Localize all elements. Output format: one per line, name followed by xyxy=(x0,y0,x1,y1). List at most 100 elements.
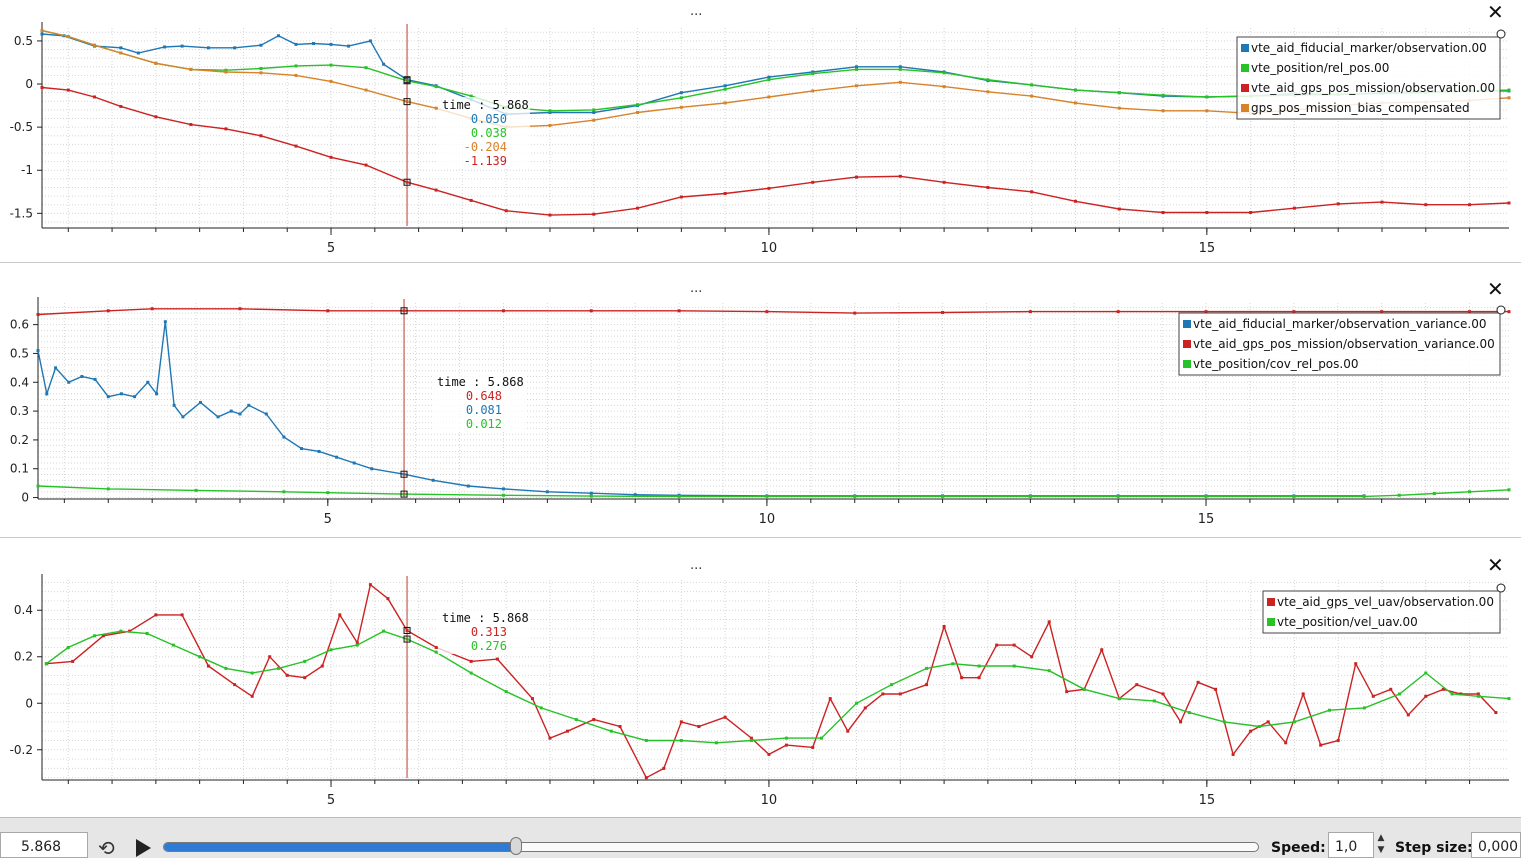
data-point xyxy=(495,657,499,661)
x-tick-label: 15 xyxy=(1199,241,1216,256)
data-point xyxy=(765,310,769,314)
data-point xyxy=(303,659,307,663)
tracker-value: 0.012 xyxy=(466,417,502,431)
data-point xyxy=(1030,94,1034,98)
legend-entry: vte_position/vel_uav.00 xyxy=(1277,615,1418,629)
data-point xyxy=(1507,201,1511,205)
data-point xyxy=(942,85,946,89)
data-point xyxy=(1406,713,1410,717)
data-point xyxy=(504,690,508,694)
data-point xyxy=(548,736,552,740)
data-point xyxy=(1507,310,1511,314)
data-point xyxy=(1371,694,1375,698)
data-point xyxy=(93,377,97,381)
data-point xyxy=(784,743,788,747)
data-point xyxy=(1073,199,1077,203)
data-point xyxy=(66,88,70,92)
data-point xyxy=(723,84,727,88)
data-point xyxy=(224,666,228,670)
data-point xyxy=(679,105,683,109)
data-point xyxy=(347,44,351,48)
current-time-field[interactable]: 5.868 xyxy=(0,832,88,858)
data-point xyxy=(855,175,859,179)
data-point xyxy=(216,415,220,419)
data-point xyxy=(592,108,596,112)
tracker-value: 0.313 xyxy=(471,625,507,639)
play-icon[interactable] xyxy=(136,839,151,857)
data-point xyxy=(1012,664,1016,668)
legend-swatch xyxy=(1267,598,1275,606)
data-point xyxy=(1152,699,1156,703)
x-tick-label: 5 xyxy=(327,793,335,808)
data-point xyxy=(1468,203,1472,207)
data-point xyxy=(1161,210,1165,214)
spin-arrows-icon[interactable]: ▲ ▼ xyxy=(1373,832,1389,858)
tracker-value: 0.648 xyxy=(466,389,502,403)
data-point xyxy=(44,662,48,666)
data-point xyxy=(119,392,123,396)
legend-swatch xyxy=(1183,360,1191,368)
data-point xyxy=(93,95,97,99)
data-point xyxy=(206,664,210,668)
data-point xyxy=(469,659,473,663)
data-point xyxy=(723,87,727,91)
data-point xyxy=(749,738,753,742)
y-tick-label: 0 xyxy=(21,491,29,505)
step-size-label: Step size: xyxy=(1395,840,1473,856)
plot-chart-1[interactable]: 5 10 15 0.5 0 -0.5 -1 -1.5 time : 5.8680.0500.03… xyxy=(0,0,1521,262)
step-size-field[interactable]: 0,000 xyxy=(1471,832,1521,858)
data-point xyxy=(1397,493,1401,497)
data-point xyxy=(370,467,374,471)
plot-chart-3[interactable]: 5 10 15 0.4 0.2 0 -0.2 time : 5.8680.3130.276 vt… xyxy=(0,538,1521,817)
data-point xyxy=(1117,106,1121,110)
data-point xyxy=(723,101,727,105)
data-point xyxy=(1028,494,1032,498)
data-point xyxy=(677,309,681,313)
data-point xyxy=(329,648,333,652)
data-point xyxy=(93,43,97,47)
y-tick-label: 0.2 xyxy=(14,650,33,664)
data-point xyxy=(382,62,386,66)
data-point xyxy=(194,488,198,492)
data-point xyxy=(119,104,123,108)
data-point xyxy=(1507,88,1511,92)
data-point xyxy=(264,412,268,416)
data-point xyxy=(233,683,237,687)
data-point xyxy=(592,118,596,122)
data-point xyxy=(1073,101,1077,105)
time-slider[interactable] xyxy=(163,842,1259,852)
plot-chart-2[interactable]: 5 10 15 0.6 0.5 0.4 0.3 0.2 0.1 0 time : 5.8680.64… xyxy=(0,263,1521,537)
data-point xyxy=(364,163,368,167)
data-point xyxy=(784,736,788,740)
data-point xyxy=(317,449,321,453)
data-point xyxy=(66,645,70,649)
data-point xyxy=(609,729,613,733)
time-slider-fill xyxy=(164,843,517,851)
data-point xyxy=(846,729,850,733)
data-point xyxy=(1205,95,1209,99)
data-point xyxy=(501,309,505,313)
data-point xyxy=(723,192,727,196)
data-point xyxy=(119,629,123,633)
data-point xyxy=(1424,203,1428,207)
data-point xyxy=(294,73,298,77)
data-point xyxy=(1249,210,1253,214)
time-slider-handle[interactable] xyxy=(509,837,522,855)
data-point xyxy=(1116,494,1120,498)
data-point xyxy=(504,209,508,213)
data-point xyxy=(1205,210,1209,214)
legend-entry: vte_aid_fiducial_marker/observation.00 xyxy=(1251,41,1487,55)
data-point xyxy=(282,435,286,439)
data-point xyxy=(434,106,438,110)
data-point xyxy=(198,400,202,404)
data-point xyxy=(355,643,359,647)
data-point xyxy=(1204,494,1208,498)
data-point xyxy=(1030,655,1034,659)
data-point xyxy=(1507,488,1511,492)
data-point xyxy=(155,392,159,396)
loop-icon[interactable]: ⟲ xyxy=(98,836,115,860)
data-point xyxy=(303,676,307,680)
speed-spinbox[interactable]: 1,0 xyxy=(1328,832,1374,858)
data-point xyxy=(977,676,981,680)
data-point xyxy=(40,29,44,33)
